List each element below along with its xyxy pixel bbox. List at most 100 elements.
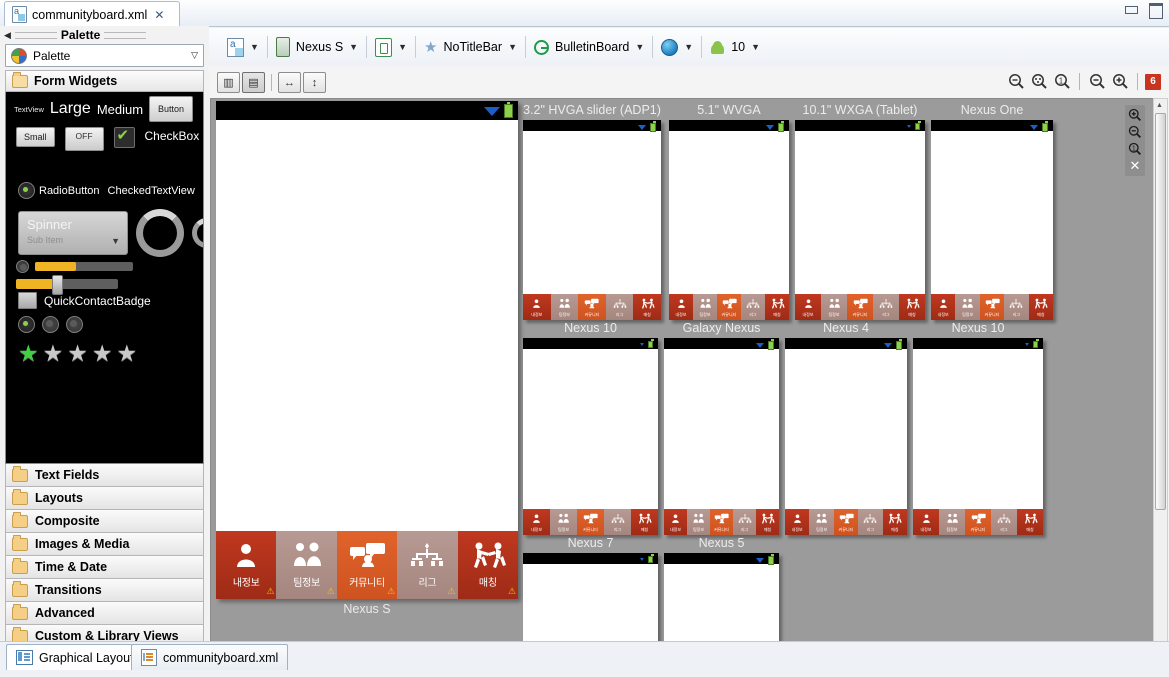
navbar-item[interactable]: 커뮤니티 <box>577 509 604 535</box>
zoom-actual-icon[interactable] <box>1029 72 1049 91</box>
navbar-item[interactable]: 리그 <box>605 294 634 320</box>
editor-document-tab[interactable]: communityboard.xml ✕ <box>4 1 180 27</box>
tab-graphical-layout[interactable]: Graphical Layout <box>6 644 144 670</box>
widget-spinner[interactable]: Spinner Sub Item ▼ <box>18 211 128 255</box>
navbar-item[interactable]: 팀정보 <box>955 294 980 320</box>
navbar-item[interactable]: 리그 <box>1004 294 1029 320</box>
widget-radiobutton-label[interactable]: RadioButton <box>39 185 100 197</box>
navbar-item[interactable]: 커뮤니티 <box>965 509 991 535</box>
activity-selector[interactable]: BulletinBoard ▼ <box>526 34 652 60</box>
widget-checkbox-label[interactable]: CheckBox <box>145 129 200 143</box>
minimize-icon[interactable] <box>1124 3 1139 16</box>
device-preview-frame[interactable]: 내정보 팀정보 커뮤니티 리그 매칭 <box>795 120 925 320</box>
device-content-area[interactable] <box>785 349 907 509</box>
palette-group-advanced[interactable]: Advanced <box>5 602 204 625</box>
widget-quickcontactbadge-label[interactable]: QuickContactBadge <box>44 294 151 308</box>
navbar-item[interactable]: 내정보 <box>913 509 939 535</box>
navbar-item[interactable]: 리그 <box>991 509 1017 535</box>
palette-group-composite[interactable]: Composite <box>5 510 204 533</box>
widget-seekbar[interactable] <box>16 275 118 295</box>
navbar-item[interactable]: 커뮤니티 <box>833 509 859 535</box>
device-preview-frame[interactable]: 내정보 팀정보 커뮤니티 리그 매칭 <box>669 120 789 320</box>
navbar-item[interactable]: 리그 <box>733 509 756 535</box>
navbar-item[interactable]: 팀정보 <box>693 294 717 320</box>
navbar-item[interactable]: 팀정보 <box>939 509 965 535</box>
widget-large-text[interactable]: Large <box>50 100 91 118</box>
tab-communityboard-xml[interactable]: communityboard.xml <box>131 644 289 670</box>
navbar-item[interactable]: 커뮤니티 <box>979 294 1005 320</box>
theme-selector[interactable]: ★ NoTitleBar ▼ <box>416 34 525 60</box>
device-preview-frame[interactable]: 내정보 팀정보 커뮤니티 리그 매칭 <box>523 120 661 320</box>
layout-rows-icon[interactable]: ▤ <box>242 72 265 93</box>
navbar-item-teaminfo[interactable]: 팀정보 ⚠ <box>276 531 337 599</box>
zoom-out-icon[interactable] <box>1087 72 1107 91</box>
maximize-icon[interactable] <box>1148 3 1163 19</box>
navbar-item[interactable]: 커뮤니티 <box>578 294 606 320</box>
widget-radiobutton-icon[interactable] <box>18 182 35 199</box>
scroll-up-icon[interactable]: ▲ <box>1155 100 1164 111</box>
widget-togglebutton[interactable]: OFF <box>64 127 104 151</box>
device-preview-frame[interactable]: 내정보 팀정보 커뮤니티 리그 매칭 <box>931 120 1054 320</box>
navbar-item-league[interactable]: 리그 ⚠ <box>397 531 458 599</box>
navbar-item[interactable]: 팀정보 <box>550 509 577 535</box>
layout-columns-icon[interactable]: ▥ <box>217 72 240 93</box>
device-content-area[interactable] <box>664 564 779 647</box>
navbar-item[interactable]: 커뮤니티 <box>847 294 873 320</box>
navbar-item[interactable]: 매칭 <box>1017 509 1043 535</box>
api-level-selector[interactable]: 10 ▼ <box>702 34 768 60</box>
navbar-item[interactable]: 팀정보 <box>809 509 834 535</box>
orientation-selector[interactable]: ▼ <box>367 34 415 60</box>
navbar-item[interactable]: 리그 <box>741 294 765 320</box>
zoom-100-icon[interactable]: 1 <box>1052 72 1072 91</box>
device-content-area[interactable] <box>669 131 789 294</box>
widget-textview[interactable]: TextView <box>14 105 44 114</box>
radio-on-icon[interactable] <box>18 316 35 333</box>
palette-group-text-fields[interactable]: Text Fields <box>5 464 204 487</box>
palette-group-images-media[interactable]: Images & Media <box>5 533 204 556</box>
palette-group-layouts[interactable]: Layouts <box>5 487 204 510</box>
widget-medium-text[interactable]: Medium <box>97 102 143 117</box>
navbar-item-community[interactable]: 커뮤니티 ⚠ <box>336 531 398 599</box>
palette-group-form-widgets[interactable]: Form Widgets <box>5 70 204 92</box>
zoom-fit-icon[interactable] <box>1006 72 1026 91</box>
palette-group-transitions[interactable]: Transitions <box>5 579 204 602</box>
navbar-item[interactable]: 내정보 <box>795 294 821 320</box>
navbar-item[interactable]: 내정보 <box>664 509 687 535</box>
device-content-area[interactable] <box>216 120 518 531</box>
device-selector[interactable]: Nexus S ▼ <box>268 34 366 60</box>
device-preview-frame[interactable]: 내정보 팀정보 커뮤니티 리그 매칭 <box>785 338 908 535</box>
widget-progress-circle-icon[interactable] <box>16 260 29 273</box>
radio-off-icon-2[interactable] <box>66 316 83 333</box>
device-preview-frame[interactable]: 내정보 팀정보 커뮤니티 리그 매칭 <box>523 338 658 535</box>
navbar-item[interactable]: 내정보 <box>931 294 956 320</box>
device-preview-frame[interactable]: 내정보 팀정보 커뮤니티 리그 매칭 <box>913 338 1043 535</box>
widget-checkedtextview-label[interactable]: CheckedTextView <box>108 185 195 197</box>
navbar-item[interactable]: 매칭 <box>633 294 661 320</box>
navbar-item[interactable]: 커뮤니티 <box>717 294 741 320</box>
zoom-in-icon[interactable] <box>1110 72 1130 91</box>
main-device-preview[interactable]: 내정보 ⚠ 팀정보 ⚠ 커뮤니티 ⚠ 리그 ⚠ 매칭 ⚠ <box>216 101 519 599</box>
navbar-item-matching[interactable]: 매칭 ⚠ <box>457 531 519 599</box>
device-content-area[interactable] <box>931 131 1053 294</box>
palette-group-time-date[interactable]: Time & Date <box>5 556 204 579</box>
navbar-item[interactable]: 리그 <box>873 294 899 320</box>
navbar-item[interactable]: 커뮤니티 <box>710 509 733 535</box>
close-icon[interactable]: ✕ <box>1127 158 1143 174</box>
device-content-area[interactable] <box>664 349 779 509</box>
fit-height-icon[interactable]: ↕ <box>303 72 326 93</box>
navbar-item[interactable]: 매칭 <box>899 294 925 320</box>
radio-off-icon[interactable] <box>42 316 59 333</box>
widget-progressbar-horizontal[interactable] <box>35 262 133 271</box>
navbar-item[interactable]: 리그 <box>604 509 631 535</box>
error-count-badge[interactable]: 6 <box>1145 73 1161 90</box>
navbar-item[interactable]: 매칭 <box>756 509 779 535</box>
palette-ratingbar-row[interactable]: ★ ★ ★ ★ ★ <box>18 342 137 365</box>
navbar-item-myinfo[interactable]: 내정보 ⚠ <box>216 531 277 599</box>
navbar-item[interactable]: 리그 <box>858 509 883 535</box>
widget-button[interactable]: Button <box>149 96 194 122</box>
collapse-left-icon[interactable]: ◀ <box>4 30 11 41</box>
palette-combo[interactable]: Palette ▽ <box>5 44 204 67</box>
config-chooser-button[interactable]: a ▼ <box>219 34 267 60</box>
canvas-vertical-scrollbar[interactable]: ▲ ▼ <box>1153 98 1168 662</box>
device-content-area[interactable] <box>523 349 658 509</box>
